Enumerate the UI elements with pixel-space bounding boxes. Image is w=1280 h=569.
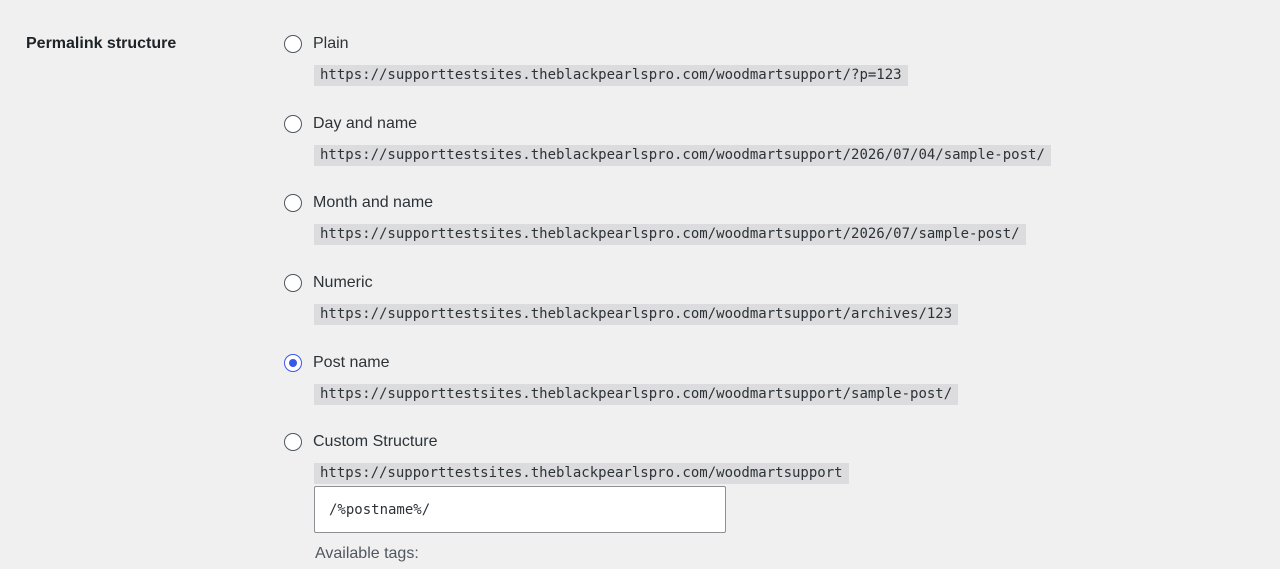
radio-numeric[interactable]	[284, 274, 302, 293]
option-day-and-name: Day and name https://supporttestsites.th…	[284, 113, 1264, 193]
option-numeric-label[interactable]: Numeric	[313, 272, 373, 294]
option-post-name-url: https://supporttestsites.theblackpearlsp…	[314, 383, 959, 405]
option-month-and-name-row[interactable]: Month and name	[284, 192, 1264, 214]
option-numeric-url: https://supporttestsites.theblackpearlsp…	[314, 304, 959, 326]
radio-day-and-name[interactable]	[284, 114, 302, 133]
option-custom-structure-label[interactable]: Custom Structure	[313, 431, 437, 453]
option-custom-structure-row[interactable]: Custom Structure	[284, 431, 1264, 453]
option-month-and-name-url: https://supporttestsites.theblackpearlsp…	[314, 224, 1026, 246]
option-plain-row[interactable]: Plain	[284, 33, 1264, 55]
option-day-and-name-label[interactable]: Day and name	[313, 113, 417, 135]
option-day-and-name-row[interactable]: Day and name	[284, 113, 1264, 135]
option-post-name-label[interactable]: Post name	[313, 352, 389, 374]
option-post-name-row[interactable]: Post name	[284, 352, 1264, 374]
permalink-options: Plain https://supporttestsites.theblackp…	[284, 33, 1264, 511]
custom-structure-input[interactable]	[314, 486, 726, 533]
option-numeric-row[interactable]: Numeric	[284, 272, 1264, 294]
radio-post-name[interactable]	[284, 353, 302, 372]
option-post-name: Post name https://supporttestsites.thebl…	[284, 352, 1264, 432]
permalink-structure-label: Permalink structure	[26, 35, 177, 52]
option-day-and-name-url: https://supporttestsites.theblackpearlsp…	[314, 144, 1051, 166]
option-custom-structure-url: https://supporttestsites.theblackpearlsp…	[314, 463, 849, 485]
option-month-and-name-label[interactable]: Month and name	[313, 192, 433, 214]
radio-plain[interactable]	[284, 35, 302, 53]
available-tags-label: Available tags:	[315, 545, 419, 562]
option-plain: Plain https://supporttestsites.theblackp…	[284, 33, 1264, 113]
option-numeric: Numeric https://supporttestsites.theblac…	[284, 272, 1264, 352]
radio-custom-structure[interactable]	[284, 433, 302, 452]
radio-month-and-name[interactable]	[284, 194, 302, 213]
option-plain-label[interactable]: Plain	[313, 33, 349, 55]
option-month-and-name: Month and name https://supporttestsites.…	[284, 192, 1264, 272]
option-plain-url: https://supporttestsites.theblackpearlsp…	[314, 65, 908, 86]
